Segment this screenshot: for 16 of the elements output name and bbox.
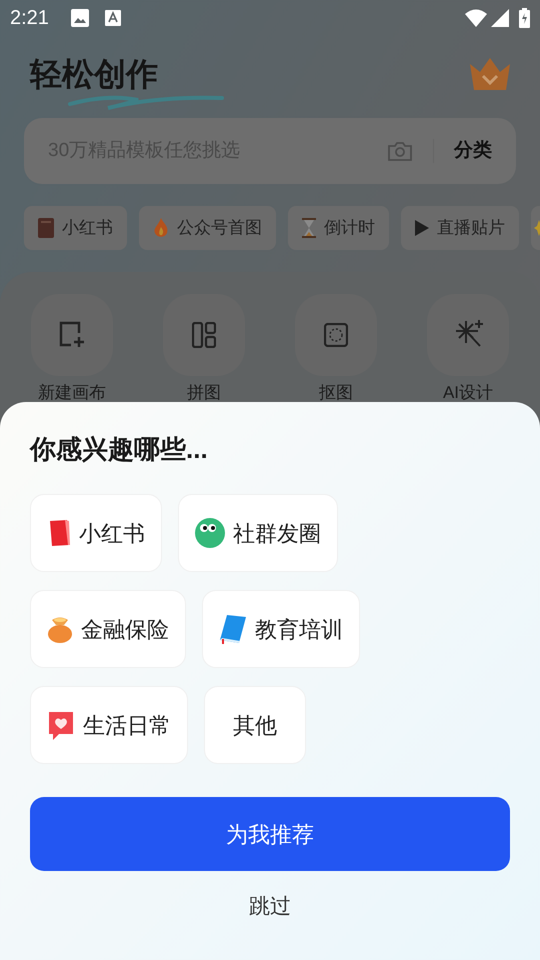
interest-option[interactable]: 其他 [204,686,306,764]
skip-link[interactable]: 跳过 [249,891,291,922]
tool-label: AI设计 [442,382,494,404]
app-title: 轻松创作 [28,55,159,94]
tool-label: 新建画布 [38,382,106,404]
tool-label: 抠图 [319,382,353,404]
interest-option[interactable]: 小红书 [30,494,162,572]
recommend-button[interactable]: 为我推荐 [30,797,510,871]
interest-option[interactable]: 金融保险 [30,590,186,668]
tool-label: 拼图 [187,382,221,404]
sheet-title: 你感兴趣哪些... [30,433,209,466]
status-time: 2:21 [10,6,49,31]
category-button[interactable]: 分类 [454,136,492,166]
interest-option[interactable]: 社群发圈 [178,494,338,572]
interest-option[interactable]: 生活日常 [30,686,188,764]
interest-option[interactable]: 教育培训 [202,590,360,668]
